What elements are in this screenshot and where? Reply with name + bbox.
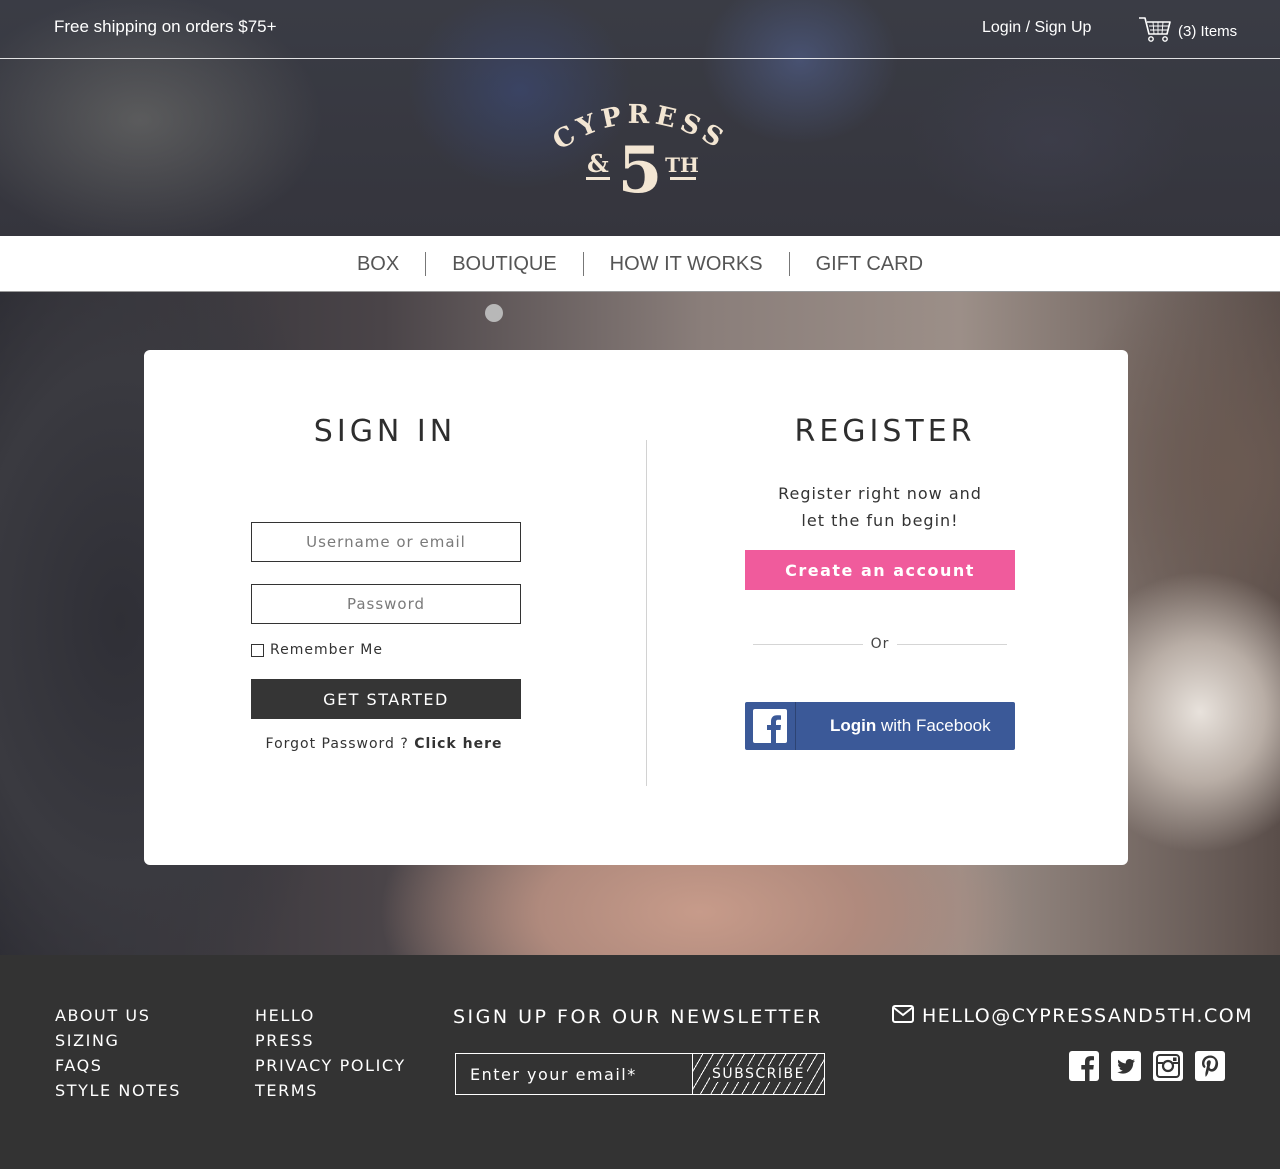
or-separator: Or: [753, 636, 1007, 652]
subscribe-button[interactable]: SUBSCRIBE: [692, 1054, 824, 1094]
carousel-dot[interactable]: [485, 304, 503, 322]
newsletter-email-input[interactable]: [456, 1054, 692, 1094]
footer-link-faqs[interactable]: FAQS: [55, 1053, 181, 1078]
site-footer: ABOUT US SIZING FAQS STYLE NOTES HELLO P…: [0, 955, 1280, 1169]
footer-links-col-1: ABOUT US SIZING FAQS STYLE NOTES: [55, 1003, 181, 1103]
brand-logo[interactable]: CYPRESS & 5 TH: [540, 96, 740, 208]
instagram-icon[interactable]: [1153, 1051, 1183, 1081]
facebook-login-button[interactable]: Login with Facebook: [745, 702, 1015, 750]
remember-me-label: Remember Me: [270, 642, 383, 658]
signin-title: SIGN IN: [313, 414, 457, 449]
footer-link-privacy-policy[interactable]: PRIVACY POLICY: [255, 1053, 406, 1078]
newsletter-form: SUBSCRIBE: [455, 1053, 825, 1095]
cart-count: (3) Items: [1178, 22, 1238, 40]
register-text-line: Register right now and: [778, 484, 982, 503]
remember-me-checkbox[interactable]: [251, 643, 264, 657]
nav-item-how-it-works[interactable]: HOW IT WORKS: [584, 252, 789, 276]
create-account-button[interactable]: Create an account: [745, 550, 1015, 590]
forgot-password-link[interactable]: Click here: [414, 736, 502, 752]
nav-item-boutique[interactable]: BOUTIQUE: [426, 252, 582, 276]
contact-email-link[interactable]: HELLO@CYPRESSAND5TH.COM: [892, 1005, 1253, 1027]
facebook-login-suffix: with Facebook: [876, 716, 991, 735]
facebook-login-prefix: Login: [830, 716, 877, 735]
footer-link-terms[interactable]: TERMS: [255, 1078, 406, 1103]
register-title: REGISTER: [794, 414, 976, 449]
facebook-icon: [753, 709, 787, 743]
get-started-button[interactable]: GET STARTED: [251, 679, 521, 719]
register-text-line: let the fun begin!: [801, 511, 959, 530]
or-line: [753, 643, 863, 645]
facebook-login-label: Login with Facebook: [830, 716, 991, 736]
nav-item-box[interactable]: BOX: [331, 252, 425, 276]
shipping-promo: Free shipping on orders $75+: [54, 17, 277, 36]
card-divider: [646, 440, 647, 786]
footer-link-about-us[interactable]: ABOUT US: [55, 1003, 181, 1028]
facebook-icon[interactable]: [1069, 1051, 1099, 1081]
or-line: [897, 643, 1007, 645]
pinterest-icon[interactable]: [1195, 1051, 1225, 1081]
twitter-icon[interactable]: [1111, 1051, 1141, 1081]
newsletter-title: SIGN UP FOR OUR NEWSLETTER: [453, 1006, 824, 1028]
svg-text:5: 5: [618, 133, 663, 200]
register-text: Register right now and let the fun begin…: [744, 480, 1016, 534]
top-bar: Free shipping on orders $75+ Login / Sig…: [0, 0, 1280, 59]
footer-link-style-notes[interactable]: STYLE NOTES: [55, 1078, 181, 1103]
auth-card: SIGN IN Remember Me GET STARTED Forgot P…: [144, 350, 1128, 865]
subscribe-label: SUBSCRIBE: [710, 1066, 807, 1082]
password-input[interactable]: [251, 584, 521, 624]
footer-links-col-2: HELLO PRESS PRIVACY POLICY TERMS: [255, 1003, 406, 1103]
cart-button[interactable]: (3) Items: [1138, 14, 1237, 48]
nav-item-gift-card[interactable]: GIFT CARD: [790, 252, 949, 276]
svg-text:TH: TH: [665, 153, 699, 177]
login-signup-link[interactable]: Login / Sign Up: [982, 19, 1091, 37]
username-input[interactable]: [251, 522, 521, 562]
or-label: Or: [870, 636, 890, 652]
main-nav: BOX BOUTIQUE HOW IT WORKS GIFT CARD: [0, 236, 1280, 292]
remember-me-toggle[interactable]: Remember Me: [251, 642, 383, 658]
site-header: Free shipping on orders $75+ Login / Sig…: [0, 0, 1280, 236]
contact-email: HELLO@CYPRESSAND5TH.COM: [922, 1005, 1254, 1027]
forgot-password: Forgot Password ? Click here: [204, 736, 564, 752]
footer-link-sizing[interactable]: SIZING: [55, 1028, 181, 1053]
svg-text:&: &: [587, 149, 609, 178]
forgot-password-text: Forgot Password ?: [265, 736, 415, 752]
footer-link-press[interactable]: PRESS: [255, 1028, 406, 1053]
cart-icon: [1138, 14, 1172, 48]
footer-link-hello[interactable]: HELLO: [255, 1003, 406, 1028]
hero-background: SIGN IN Remember Me GET STARTED Forgot P…: [0, 292, 1280, 955]
facebook-button-divider: [795, 702, 796, 750]
mail-icon: [892, 1005, 922, 1027]
